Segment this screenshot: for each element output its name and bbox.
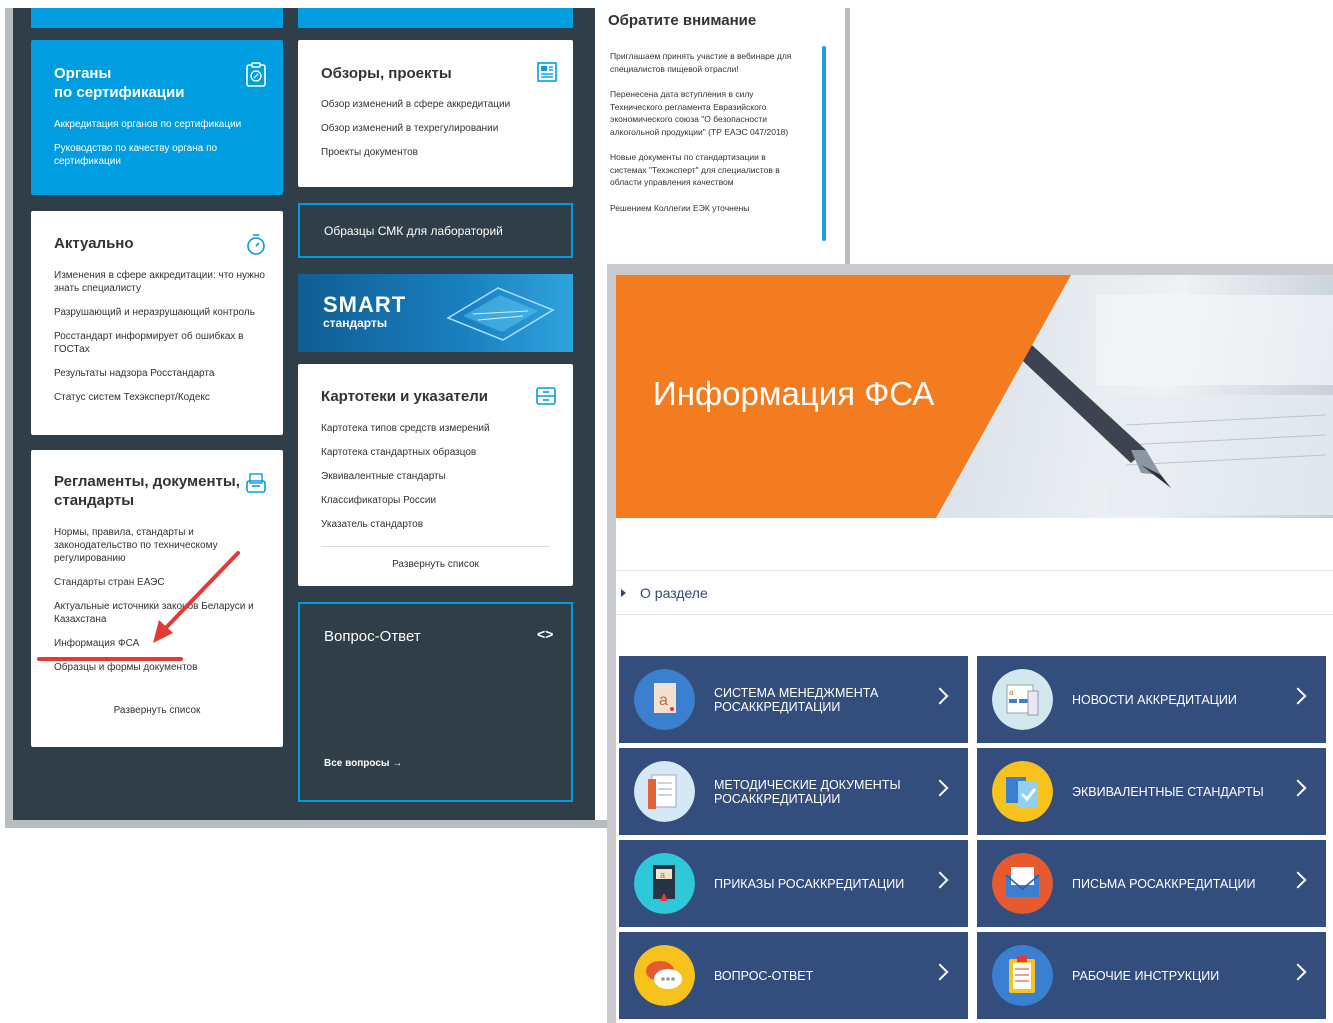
svg-text:a: a: [659, 692, 668, 709]
about-label: О разделе: [640, 584, 708, 601]
notice-item[interactable]: Новые документы по стандартизации в сист…: [610, 151, 800, 189]
chevron-right-icon: [1289, 687, 1307, 705]
red-annotation-arrow: [37, 551, 240, 661]
book-icon: [634, 761, 695, 822]
fsa-banner: Информация ФСА: [616, 275, 1333, 518]
notice-item[interactable]: Приглашаем принять участие в вебинаре дл…: [610, 50, 800, 75]
clipboard-icon: [992, 945, 1053, 1006]
tile-equivalent-standards[interactable]: ЭКВИВАЛЕНТНЫЕ СТАНДАРТЫ: [977, 748, 1326, 835]
tile-label: ВОПРОС-ОТВЕТ: [714, 968, 814, 983]
news-icon: a: [992, 669, 1053, 730]
tile-work-instructions[interactable]: РАБОЧИЕ ИНСТРУКЦИИ: [977, 932, 1326, 1019]
notice-item[interactable]: Перенесена дата вступления в силу Технич…: [610, 88, 800, 138]
banner-title: Информация ФСА: [653, 375, 935, 412]
chevron-right-icon: [1289, 871, 1307, 889]
tile-accreditation-news[interactable]: a НОВОСТИ АККРЕДИТАЦИИ: [977, 656, 1326, 743]
envelope-icon: [992, 853, 1053, 914]
tile-label: ПРИКАЗЫ РОСАККРЕДИТАЦИИ: [714, 876, 905, 891]
chat-icon: [634, 945, 695, 1006]
tile-qa[interactable]: ВОПРОС-ОТВЕТ: [619, 932, 968, 1019]
notice-title: Обратите внимание: [608, 12, 757, 29]
document-a-icon: a: [634, 669, 695, 730]
chevron-right-icon: [1289, 963, 1307, 981]
chevron-right-icon: [931, 963, 949, 981]
svg-text:a: a: [1009, 688, 1014, 697]
chevron-right-icon: [931, 871, 949, 889]
notice-scrollbar[interactable]: [822, 46, 826, 241]
svg-text:a: a: [660, 870, 665, 880]
chevron-right-icon: [931, 687, 949, 705]
about-section-toggle[interactable]: О разделе: [616, 570, 1333, 615]
tile-letters[interactable]: ПИСЬМА РОСАККРЕДИТАЦИИ: [977, 840, 1326, 927]
tile-label: МЕТОДИЧЕСКИЕ ДОКУМЕНТЫ РОСАККРЕДИТАЦИИ: [714, 777, 901, 806]
tile-management-system[interactable]: a СИСТЕМА МЕНЕДЖМЕНТА РОСАККРЕДИТАЦИИ: [619, 656, 968, 743]
tile-label: НОВОСТИ АККРЕДИТАЦИИ: [1072, 692, 1237, 707]
tile-label: ПИСЬМА РОСАККРЕДИТАЦИИ: [1072, 876, 1256, 891]
tile-method-documents[interactable]: МЕТОДИЧЕСКИЕ ДОКУМЕНТЫ РОСАККРЕДИТАЦИИ: [619, 748, 968, 835]
chevron-right-icon: [1289, 779, 1307, 797]
tile-orders[interactable]: a ПРИКАЗЫ РОСАККРЕДИТАЦИИ: [619, 840, 968, 927]
tile-label: РАБОЧИЕ ИНСТРУКЦИИ: [1072, 968, 1220, 983]
tile-label: ЭКВИВАЛЕНТНЫЕ СТАНДАРТЫ: [1072, 784, 1264, 799]
check-docs-icon: [992, 761, 1053, 822]
chevron-right-icon: [931, 779, 949, 797]
fsa-info-page: Информация ФСА О разделе a СИСТЕМА МЕНЕД…: [616, 275, 1333, 1023]
front-screenshot: Информация ФСА О разделе a СИСТЕМА МЕНЕД…: [607, 264, 1333, 1023]
notice-item[interactable]: Решением Коллегии ЕЭК уточнены: [610, 202, 800, 215]
main-content-area: Органы по сертификации Аккредитация орга…: [13, 8, 595, 820]
tile-label: СИСТЕМА МЕНЕДЖМЕНТА РОСАККРЕДИТАЦИИ: [714, 685, 879, 714]
caret-right-icon: [621, 588, 626, 597]
order-icon: a: [634, 853, 695, 914]
